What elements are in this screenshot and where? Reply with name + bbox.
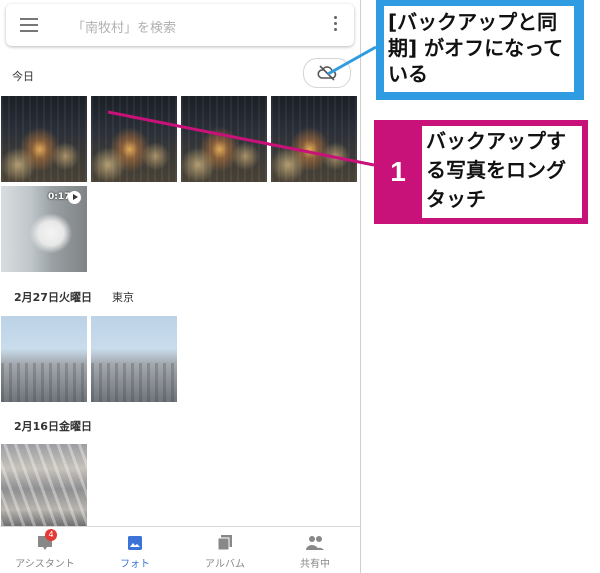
photo-thumbnail[interactable] xyxy=(91,96,177,182)
cloud-off-icon xyxy=(317,65,337,81)
menu-icon[interactable] xyxy=(20,18,38,32)
video-thumbnail[interactable]: 0:17 xyxy=(1,186,87,272)
albums-icon xyxy=(217,535,232,551)
bottom-navigation: 4 アシスタント フォト アルバム 共有中 xyxy=(0,526,360,573)
photo-thumbnail[interactable] xyxy=(1,444,87,526)
backup-toggle-button[interactable] xyxy=(303,58,351,88)
search-bar[interactable]: 「南牧村」を検索 xyxy=(6,4,354,46)
nav-label: フォト xyxy=(120,559,150,570)
photos-icon xyxy=(128,536,142,550)
notification-badge: 4 xyxy=(45,529,57,541)
more-vert-icon[interactable] xyxy=(334,16,338,34)
nav-item-sharing[interactable]: 共有中 xyxy=(270,527,360,573)
phone-screen: 「南牧村」を検索 今日 0:17 2月27日火曜日 東京 2月16日金曜日 4 … xyxy=(0,0,361,573)
section-date-today: 今日 xyxy=(12,70,34,83)
step-number: 1 xyxy=(390,156,406,187)
section-location: 東京 xyxy=(112,291,134,304)
sharing-icon xyxy=(306,536,324,550)
photo-thumbnail[interactable] xyxy=(1,316,87,402)
nav-label: アルバム xyxy=(205,559,245,570)
annotation-step1-text: バックアップする写真をロングタッチ xyxy=(426,129,566,211)
play-icon xyxy=(68,191,81,204)
annotation-backup-off-text: [バックアップと同期] がオフになっている xyxy=(388,10,564,86)
photo-thumbnail[interactable] xyxy=(91,316,177,402)
photo-thumbnail[interactable] xyxy=(181,96,267,182)
nav-label: 共有中 xyxy=(300,559,330,570)
nav-label: アシスタント xyxy=(15,559,75,570)
section-date: 2月16日金曜日 xyxy=(14,420,92,433)
photo-thumbnail[interactable] xyxy=(271,96,357,182)
search-input[interactable]: 「南牧村」を検索 xyxy=(72,17,176,36)
nav-item-photos[interactable]: フォト xyxy=(90,527,180,573)
photo-thumbnail[interactable] xyxy=(1,96,87,182)
nav-item-assistant[interactable]: 4 アシスタント xyxy=(0,527,90,573)
nav-item-albums[interactable]: アルバム xyxy=(180,527,270,573)
section-date: 2月27日火曜日 xyxy=(14,291,92,304)
